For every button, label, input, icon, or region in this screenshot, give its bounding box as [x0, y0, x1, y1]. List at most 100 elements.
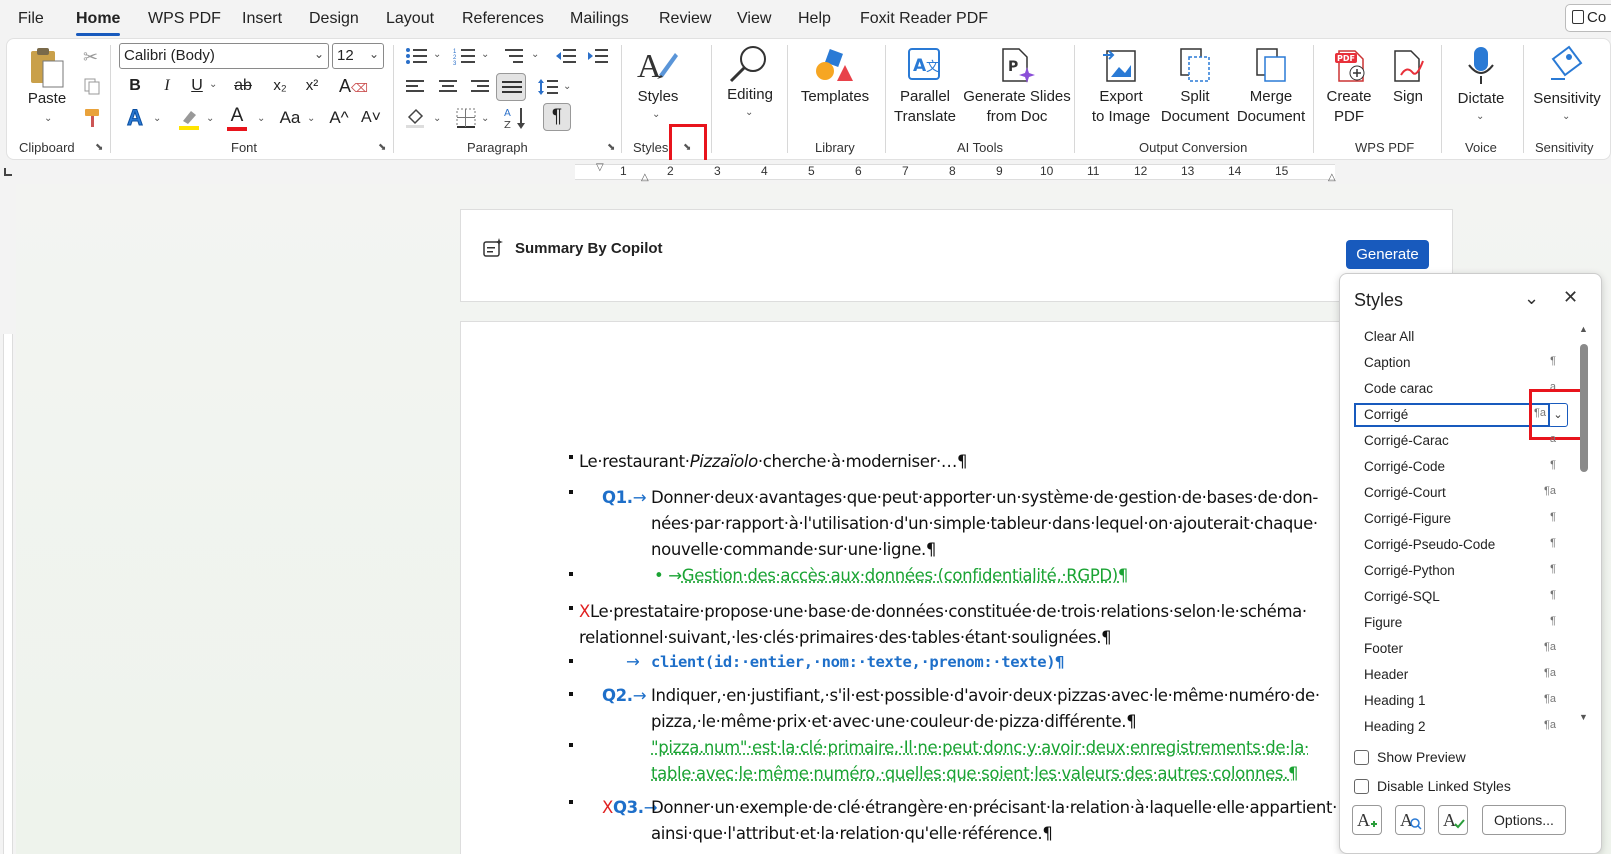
generate-slides-label-1[interactable]: Generate Slides — [957, 87, 1077, 107]
paste-dropdown-icon[interactable]: ⌄ — [44, 113, 52, 124]
create-pdf-label-2[interactable]: PDF — [1319, 107, 1379, 127]
font-color-dropdown-icon[interactable]: ⌄ — [257, 113, 265, 124]
multilevel-dropdown-icon[interactable]: ⌄ — [531, 49, 539, 60]
options-button[interactable]: Options... — [1482, 805, 1566, 835]
paste-button[interactable]: Paste — [25, 89, 69, 109]
style-item-selected[interactable]: Corrigé ¶a — [1354, 403, 1550, 427]
new-style-button[interactable]: A — [1352, 805, 1382, 835]
borders-icon[interactable] — [455, 107, 477, 129]
align-right-icon[interactable] — [469, 79, 491, 95]
underline-button[interactable]: U — [187, 73, 207, 99]
question-q3-line1[interactable]: Donner·un·exemple·de·clé·étrangère·en·pr… — [651, 798, 1337, 818]
styles-dropdown-icon[interactable]: ⌄ — [652, 109, 660, 120]
clear-formatting-button[interactable]: A⌫ — [339, 73, 368, 101]
justify-button[interactable] — [496, 73, 526, 101]
change-case-dropdown-icon[interactable]: ⌄ — [307, 113, 315, 124]
change-case-button[interactable]: Aa — [275, 105, 305, 131]
sensitivity-button[interactable]: Sensitivity — [1527, 89, 1607, 109]
styles-button[interactable]: Styles — [633, 87, 683, 107]
tab-home[interactable]: Home — [76, 10, 121, 36]
font-size-combo[interactable]: 12 ⌄ — [332, 43, 384, 69]
schema-client[interactable]: client(id:·entier,·nom:·texte,·prenom:·t… — [651, 652, 1065, 672]
question-q2-line1[interactable]: Indiquer,·en·justifiant,·s'il·est·possib… — [651, 686, 1320, 706]
bullets-dropdown-icon[interactable]: ⌄ — [433, 49, 441, 60]
horizontal-ruler[interactable]: ▽ △ △ — [0, 160, 1611, 184]
dictate-button[interactable]: Dictate — [1449, 89, 1513, 109]
manage-styles-button[interactable]: A — [1438, 805, 1468, 835]
generate-slides-label-2[interactable]: from Doc — [957, 107, 1077, 127]
bullets-icon[interactable] — [405, 47, 429, 65]
templates-button[interactable]: Templates — [797, 87, 873, 107]
paragraph-launcher-icon[interactable]: ⬊ — [607, 142, 615, 153]
font-color-button[interactable]: A — [225, 103, 249, 131]
show-preview-checkbox[interactable]: Show Preview — [1354, 749, 1466, 765]
copy-icon[interactable] — [83, 77, 101, 95]
tab-references[interactable]: References — [462, 10, 544, 28]
decrease-indent-icon[interactable] — [555, 47, 577, 65]
tab-mailings[interactable]: Mailings — [570, 10, 629, 28]
question-q2-line2[interactable]: pizza,·le·même·prix·et·avec·une·couleur·… — [651, 712, 1137, 732]
answer-q2-line1[interactable]: "pizza.num"·est·la·clé·primaire.·Il·ne·p… — [651, 738, 1309, 758]
tab-insert[interactable]: Insert — [242, 10, 282, 28]
sign-icon[interactable] — [1389, 47, 1429, 83]
export-to-image-icon[interactable] — [1101, 47, 1141, 83]
parallel-translate-label-2[interactable]: Translate — [885, 107, 965, 127]
tab-view[interactable]: View — [737, 10, 771, 28]
shading-icon[interactable] — [405, 107, 427, 129]
tab-file[interactable]: File — [18, 10, 44, 28]
vertical-ruler[interactable] — [0, 184, 16, 854]
sign-button[interactable]: Sign — [1383, 87, 1433, 107]
subscript-button[interactable]: x₂ — [269, 73, 291, 99]
export-label-2[interactable]: to Image — [1083, 107, 1159, 127]
scroll-down-icon[interactable]: ▼ — [1579, 712, 1588, 722]
increase-indent-icon[interactable] — [587, 47, 609, 65]
question-q3-line2[interactable]: ainsi·que·l'attribut·et·la·relation·qu'e… — [651, 824, 1053, 844]
paragraph-schema-line1[interactable]: XLe·prestataire·propose·une·base·de·donn… — [579, 602, 1307, 622]
first-line-indent-icon[interactable]: ▽ — [596, 162, 604, 173]
editing-button[interactable]: Editing — [723, 85, 777, 105]
export-label-1[interactable]: Export — [1083, 87, 1159, 107]
paragraph-intro[interactable]: Le·restaurant·Pizzaïolo·cherche·à·modern… — [579, 452, 968, 472]
text-effects-button[interactable]: A — [123, 105, 147, 131]
close-icon[interactable]: ✕ — [1563, 287, 1578, 308]
tab-selector-icon[interactable] — [4, 168, 12, 176]
generate-button[interactable]: Generate — [1346, 240, 1429, 269]
strikethrough-button[interactable]: ab — [231, 73, 255, 99]
merge-document-icon[interactable] — [1251, 47, 1291, 83]
style-item[interactable]: Corrigé-SQL ¶ — [1354, 585, 1564, 609]
style-item[interactable]: Clear All — [1354, 325, 1564, 349]
scroll-up-icon[interactable]: ▲ — [1579, 324, 1588, 334]
parallel-translate-icon[interactable]: A文 — [905, 47, 945, 83]
style-item[interactable]: Corrigé-Pseudo-Code ¶ — [1354, 533, 1564, 557]
chevron-down-icon[interactable]: ⌄ — [1524, 288, 1539, 309]
microphone-icon[interactable] — [1463, 45, 1499, 87]
text-effects-dropdown-icon[interactable]: ⌄ — [153, 113, 161, 124]
sensitivity-dropdown-icon[interactable]: ⌄ — [1562, 111, 1570, 122]
split-label-2[interactable]: Document — [1157, 107, 1233, 127]
templates-icon[interactable] — [813, 49, 853, 83]
numbering-dropdown-icon[interactable]: ⌄ — [481, 49, 489, 60]
style-item[interactable]: Corrigé-Court ¶a — [1354, 481, 1564, 505]
cut-icon[interactable]: ✂ — [83, 47, 98, 68]
styles-scrollbar[interactable]: ▲ ▼ — [1577, 324, 1591, 724]
merge-label-2[interactable]: Document — [1231, 107, 1311, 127]
style-item[interactable]: Header ¶a — [1354, 663, 1564, 687]
align-left-icon[interactable] — [405, 79, 427, 95]
font-name-combo[interactable]: Calibri (Body) ⌄ — [119, 43, 329, 69]
disable-linked-styles-checkbox[interactable]: Disable Linked Styles — [1354, 778, 1511, 794]
highlight-icon[interactable] — [177, 107, 201, 131]
shading-dropdown-icon[interactable]: ⌄ — [433, 113, 441, 124]
tab-foxit-reader-pdf[interactable]: Foxit Reader PDF — [860, 10, 988, 28]
styles-gallery-icon[interactable]: A — [637, 45, 679, 85]
style-item[interactable]: Figure ¶ — [1354, 611, 1564, 635]
clipboard-launcher-icon[interactable]: ⬊ — [95, 142, 103, 153]
style-item[interactable]: Footer ¶a — [1354, 637, 1564, 661]
editing-dropdown-icon[interactable]: ⌄ — [745, 107, 753, 118]
borders-dropdown-icon[interactable]: ⌄ — [481, 113, 489, 124]
style-inspector-button[interactable]: A — [1395, 805, 1425, 835]
tab-wps-pdf[interactable]: WPS PDF — [148, 10, 221, 28]
search-icon[interactable] — [727, 43, 771, 87]
multilevel-list-icon[interactable] — [503, 47, 527, 65]
bold-button[interactable]: B — [125, 73, 145, 99]
style-item[interactable]: Corrigé-Carac a — [1354, 429, 1564, 453]
